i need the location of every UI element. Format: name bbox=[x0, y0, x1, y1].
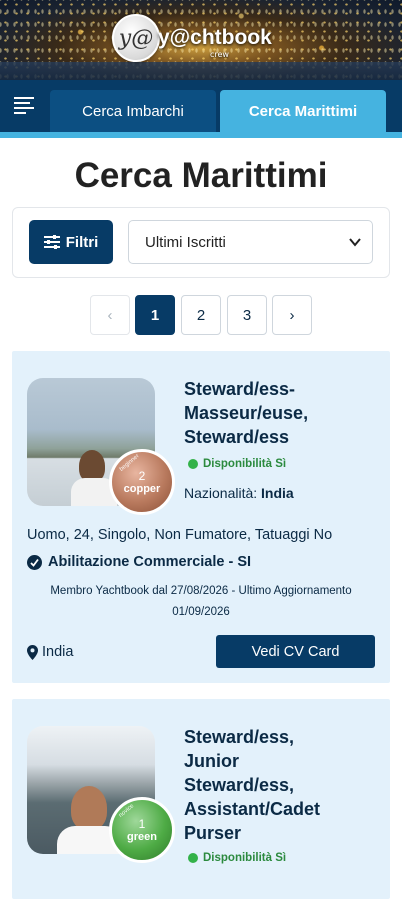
membership-line-2: 01/09/2026 bbox=[172, 606, 230, 618]
pagination-page-3[interactable]: 3 bbox=[227, 295, 267, 335]
logo-sub: crew bbox=[210, 50, 229, 59]
person-head bbox=[71, 786, 107, 830]
availability-text: Disponibilità Sì bbox=[203, 852, 287, 864]
availability-status: Disponibilità Sì bbox=[188, 852, 286, 864]
crew-role[interactable]: Steward/ess, Junior Steward/ess, Assista… bbox=[184, 725, 374, 845]
page-title: Cerca Marittimi bbox=[74, 156, 328, 195]
pagination-page-2[interactable]: 2 bbox=[181, 295, 221, 335]
check-circle-icon bbox=[27, 554, 42, 570]
header-banner: y@ y@chtbook crew bbox=[0, 0, 402, 80]
filters-button-label: Filtri bbox=[65, 233, 99, 251]
role-line: Junior bbox=[184, 751, 240, 771]
logo-name: y@chtbook bbox=[158, 26, 272, 49]
membership-info: Membro Yachtbook dal 27/08/2026 - Ultimo… bbox=[20, 581, 382, 623]
tab-cerca-marittimi[interactable]: Cerca Marittimi bbox=[220, 90, 386, 132]
role-line: Masseur/euse, bbox=[184, 403, 309, 423]
role-line: Steward/ess, bbox=[184, 775, 295, 795]
badge-tiny-label: beginner bbox=[118, 453, 141, 473]
hamburger-menu-icon[interactable] bbox=[14, 97, 34, 115]
logo-mark: y@ bbox=[112, 14, 160, 62]
role-line: Purser bbox=[184, 823, 242, 843]
role-line: Assistant/Cadet bbox=[184, 799, 321, 819]
role-line: Steward/ess- bbox=[184, 379, 296, 399]
chevron-down-icon bbox=[349, 238, 361, 247]
nationality: Nazionalità: India bbox=[184, 485, 294, 501]
yachtbook-logo[interactable]: y@ y@chtbook crew bbox=[112, 14, 292, 64]
badge-tiny-label: novice bbox=[118, 803, 136, 819]
navbar: Cerca Imbarchi Cerca Marittimi bbox=[0, 80, 402, 138]
level-badge: novice 1 green bbox=[109, 797, 175, 863]
qualification-text: Abilitazione Commerciale - SI bbox=[48, 554, 252, 570]
map-marker-icon bbox=[27, 644, 38, 660]
crew-card: novice 1 green Steward/ess, Junior Stewa… bbox=[12, 699, 390, 899]
badge-level: copper bbox=[123, 483, 161, 495]
sort-select[interactable]: Ultimi Iscritti bbox=[128, 220, 373, 264]
navbar-accent-strip bbox=[0, 132, 402, 138]
sort-select-value: Ultimi Iscritti bbox=[145, 233, 226, 251]
tab-cerca-imbarchi[interactable]: Cerca Imbarchi bbox=[50, 90, 216, 132]
qualification: Abilitazione Commerciale - SI bbox=[27, 554, 251, 570]
pagination-page-1[interactable]: 1 bbox=[135, 295, 175, 335]
availability-dot-icon bbox=[188, 853, 198, 863]
availability-status: Disponibilità Sì bbox=[188, 458, 286, 470]
harbor-water bbox=[0, 62, 402, 80]
badge-level: green bbox=[127, 831, 157, 843]
location-text: India bbox=[42, 644, 74, 660]
availability-dot-icon bbox=[188, 459, 198, 469]
nationality-value: India bbox=[261, 485, 294, 501]
pagination-next-button[interactable]: › bbox=[272, 295, 312, 335]
availability-text: Disponibilità Sì bbox=[203, 458, 287, 470]
view-cv-card-button[interactable]: Vedi CV Card bbox=[216, 635, 375, 668]
level-badge: beginner 2 copper bbox=[109, 449, 175, 515]
crew-role[interactable]: Steward/ess- Masseur/euse, Steward/ess bbox=[184, 377, 374, 449]
nationality-label: Nazionalità: bbox=[184, 485, 258, 501]
role-line: Steward/ess bbox=[184, 427, 290, 447]
role-line: Steward/ess, bbox=[184, 727, 295, 747]
crew-details: Uomo, 24, Singolo, Non Fumatore, Tatuagg… bbox=[27, 527, 333, 543]
filter-panel: Filtri Ultimi Iscritti bbox=[12, 207, 390, 278]
badge-number: 1 bbox=[138, 817, 146, 831]
location: India bbox=[27, 644, 73, 660]
filters-button[interactable]: Filtri bbox=[29, 220, 113, 264]
badge-number: 2 bbox=[138, 469, 146, 483]
crew-card: beginner 2 copper Steward/ess- Masseur/e… bbox=[12, 351, 390, 683]
membership-line-1: Membro Yachtbook dal 27/08/2026 - Ultimo… bbox=[50, 585, 352, 597]
sliders-icon bbox=[43, 235, 60, 249]
pagination-prev-button[interactable]: ‹ bbox=[90, 295, 130, 335]
